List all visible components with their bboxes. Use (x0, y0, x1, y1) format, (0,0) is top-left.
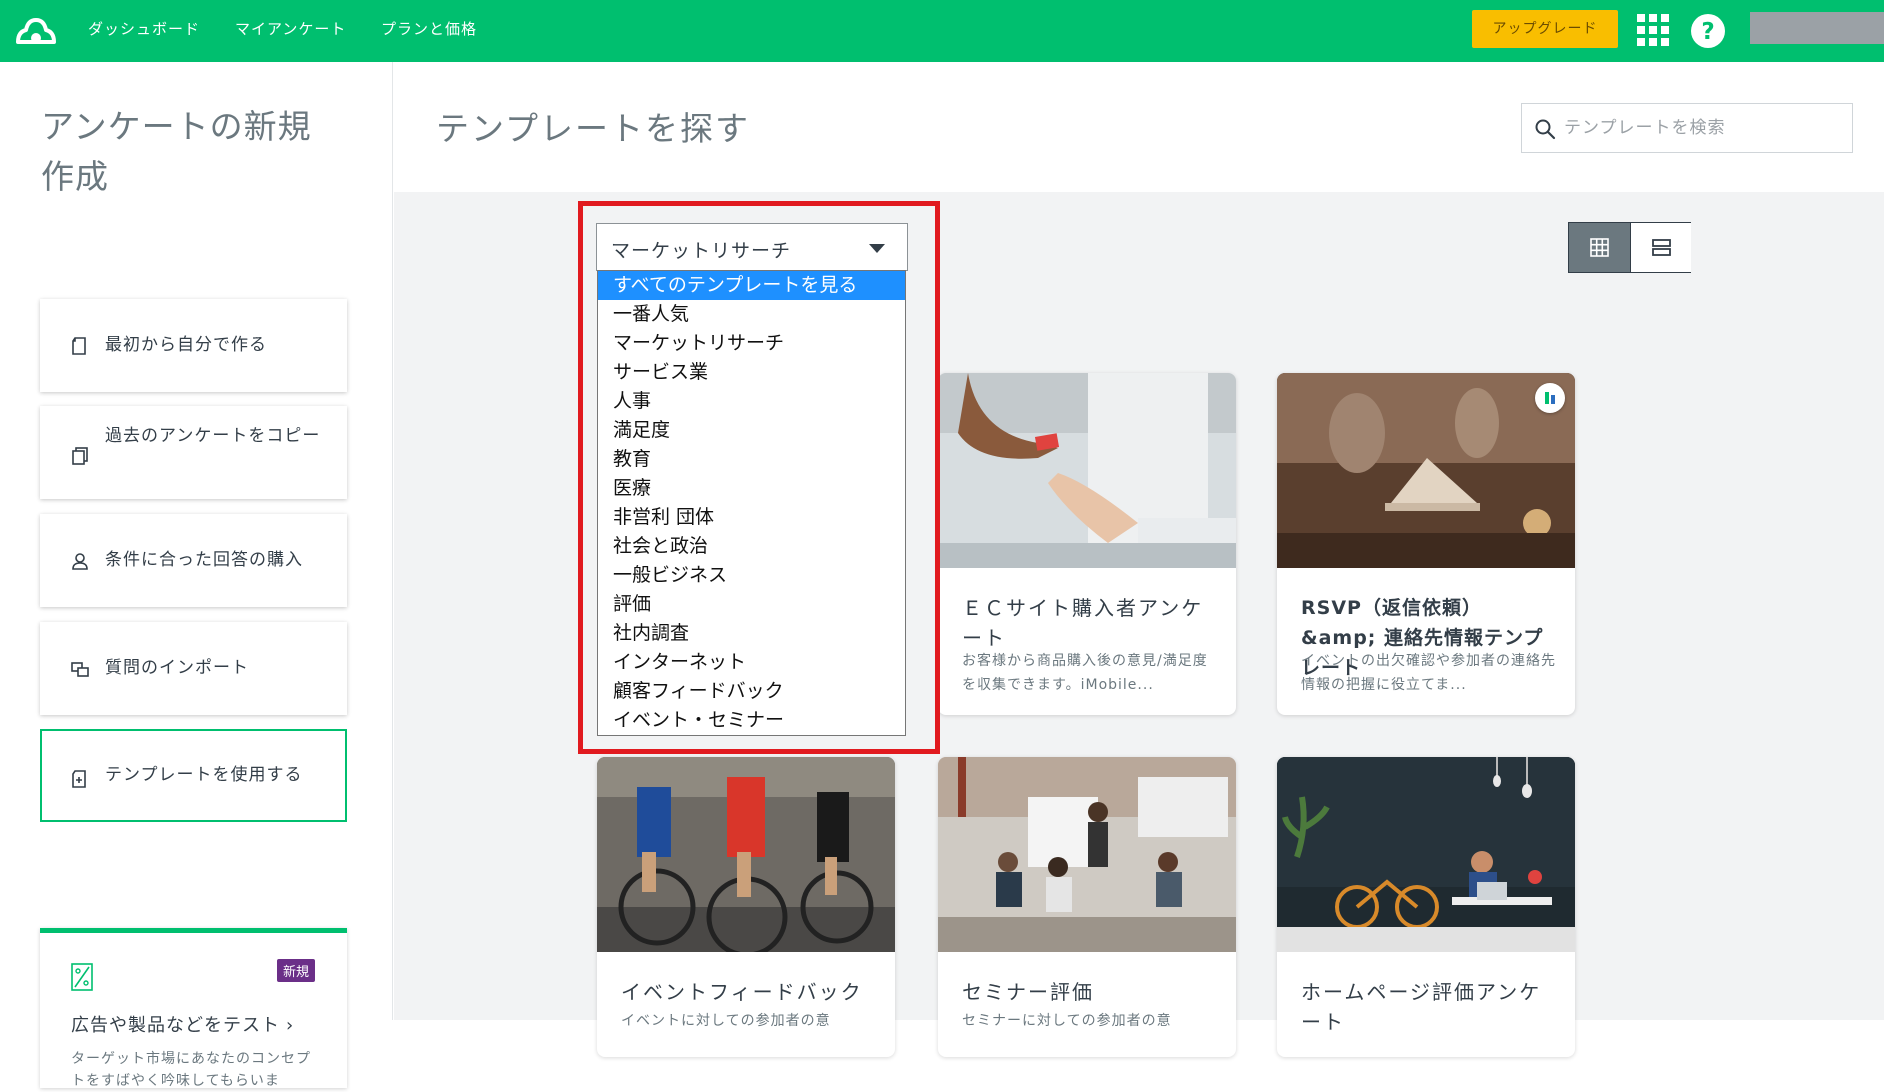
logo-icon[interactable] (12, 12, 60, 48)
category-select-value: マーケットリサーチ (611, 240, 792, 262)
template-title: ＥＣサイト購入者アンケート (962, 596, 1204, 650)
category-select[interactable]: マーケットリサーチ (596, 223, 908, 271)
category-option[interactable]: 一般ビジネス (598, 561, 905, 590)
option-start-from-scratch[interactable]: 最初から自分で作る (40, 299, 347, 392)
category-option[interactable]: 教育 (598, 445, 905, 474)
category-option[interactable]: 顧客フィードバック (598, 677, 905, 706)
category-option[interactable]: サービス業 (598, 358, 905, 387)
option-label: 過去のアンケートをコピー (105, 426, 321, 446)
promo-description: ターゲット市場にあなたのコンセプトをすばやく吟味してもらいま (71, 1051, 311, 1089)
audience-icon (72, 553, 88, 570)
nav-link-my-surveys[interactable]: マイアンケート (235, 18, 346, 39)
upgrade-button[interactable]: アップグレード (1472, 10, 1618, 48)
create-survey-panel: アンケートの新規作成 最初から自分で作る 過去のアンケートをコピー 条件に合った… (0, 62, 393, 1089)
panel-title: アンケートの新規作成 (41, 107, 312, 196)
template-card-rsvp[interactable]: RSVP（返信依頼）&amp; 連絡先情報テンプレート イベントの出欠確認や参加… (1277, 373, 1575, 715)
option-label: テンプレートを使用する (105, 765, 303, 785)
category-listbox: すべてのテンプレートを見る 一番人気 マーケットリサーチ サービス業 人事 満足… (597, 270, 906, 736)
option-use-template[interactable]: テンプレートを使用する (40, 729, 347, 822)
template-title: ホームページ評価アンケート (1301, 980, 1542, 1034)
template-thumbnail (938, 757, 1236, 952)
category-option[interactable]: 非営利 団体 (598, 503, 905, 532)
option-label: 質問のインポート (105, 658, 249, 678)
option-label: 条件に合った回答の購入 (105, 550, 303, 570)
promo-title[interactable]: 広告や製品などをテスト › (71, 1011, 294, 1037)
grid-view-button[interactable] (1569, 223, 1630, 272)
template-icon (72, 770, 86, 788)
category-option[interactable]: 社内調査 (598, 619, 905, 648)
page-title: テンプレートを探す (436, 109, 751, 148)
template-card-homepage-evaluation[interactable]: ホームページ評価アンケート (1277, 757, 1575, 1057)
concept-test-icon (71, 963, 93, 991)
template-search[interactable] (1521, 103, 1853, 153)
category-option[interactable]: マーケットリサーチ (598, 329, 905, 358)
template-card-ec-purchase[interactable]: ＥＣサイト購入者アンケート お客様から商品購入後の意見/満足度を収集できます。i… (938, 373, 1236, 715)
category-option[interactable]: 社会と政治 (598, 532, 905, 561)
option-buy-responses[interactable]: 条件に合った回答の購入 (40, 514, 347, 607)
main-header: テンプレートを探す (394, 62, 1884, 192)
svg-text:?: ? (1701, 19, 1714, 45)
template-description: セミナーに対しての参加者の意 (962, 1013, 1172, 1029)
category-option[interactable]: 評価 (598, 590, 905, 619)
import-icon (71, 662, 89, 677)
template-card-event-feedback[interactable]: イベントフィードバック イベントに対しての参加者の意 (597, 757, 895, 1057)
blank-doc-icon (72, 337, 86, 355)
category-option[interactable]: 一番人気 (598, 300, 905, 329)
copy-doc-icon (72, 447, 88, 465)
nav-link-plans-pricing[interactable]: プランと価格 (381, 18, 477, 39)
option-import-questions[interactable]: 質問のインポート (40, 622, 347, 715)
category-option[interactable]: 満足度 (598, 416, 905, 445)
list-view-button[interactable] (1630, 223, 1691, 272)
template-description: イベントの出欠確認や参加者の連絡先情報の把握に役立てま... (1301, 653, 1556, 693)
category-option[interactable]: インターネット (598, 648, 905, 677)
view-toggle (1568, 222, 1691, 273)
account-menu[interactable] (1750, 12, 1884, 44)
option-label: 最初から自分で作る (105, 335, 267, 355)
template-title: イベントフィードバック (621, 980, 863, 1004)
help-icon[interactable]: ? (1690, 13, 1726, 49)
category-option[interactable]: 人事 (598, 387, 905, 416)
template-thumbnail (938, 373, 1236, 568)
template-card-seminar-evaluation[interactable]: セミナー評価 セミナーに対しての参加者の意 (938, 757, 1236, 1057)
template-thumbnail (597, 757, 895, 952)
category-option[interactable]: すべてのテンプレートを見る (598, 271, 905, 300)
template-thumbnail (1277, 757, 1575, 952)
template-description: お客様から商品購入後の意見/満足度を収集できます。iMobile... (962, 653, 1208, 693)
grid-view-icon (1590, 238, 1609, 257)
caret-down-icon (869, 244, 885, 253)
apps-grid-icon[interactable] (1636, 13, 1670, 47)
search-icon (1535, 119, 1556, 140)
promo-card-concept-test[interactable]: 新規 広告や製品などをテスト › ターゲット市場にあなたのコンセプトをすばやく吟味… (40, 928, 347, 1089)
new-badge: 新規 (276, 959, 315, 982)
search-input[interactable] (1564, 104, 1844, 152)
template-title: セミナー評価 (962, 980, 1094, 1004)
nav-link-dashboard[interactable]: ダッシュボード (88, 18, 200, 39)
category-option[interactable]: 医療 (598, 474, 905, 503)
top-nav-bar: ダッシュボード マイアンケート プランと価格 アップグレード ? (0, 0, 1884, 62)
template-description: イベントに対しての参加者の意 (621, 1013, 831, 1029)
category-option[interactable]: イベント・セミナー (598, 706, 905, 735)
list-view-icon (1652, 239, 1671, 256)
premium-badge-icon (1535, 383, 1565, 413)
option-copy-past-survey[interactable]: 過去のアンケートをコピー (40, 406, 347, 499)
chevron-right-icon: › (286, 1015, 295, 1036)
template-thumbnail (1277, 373, 1575, 568)
